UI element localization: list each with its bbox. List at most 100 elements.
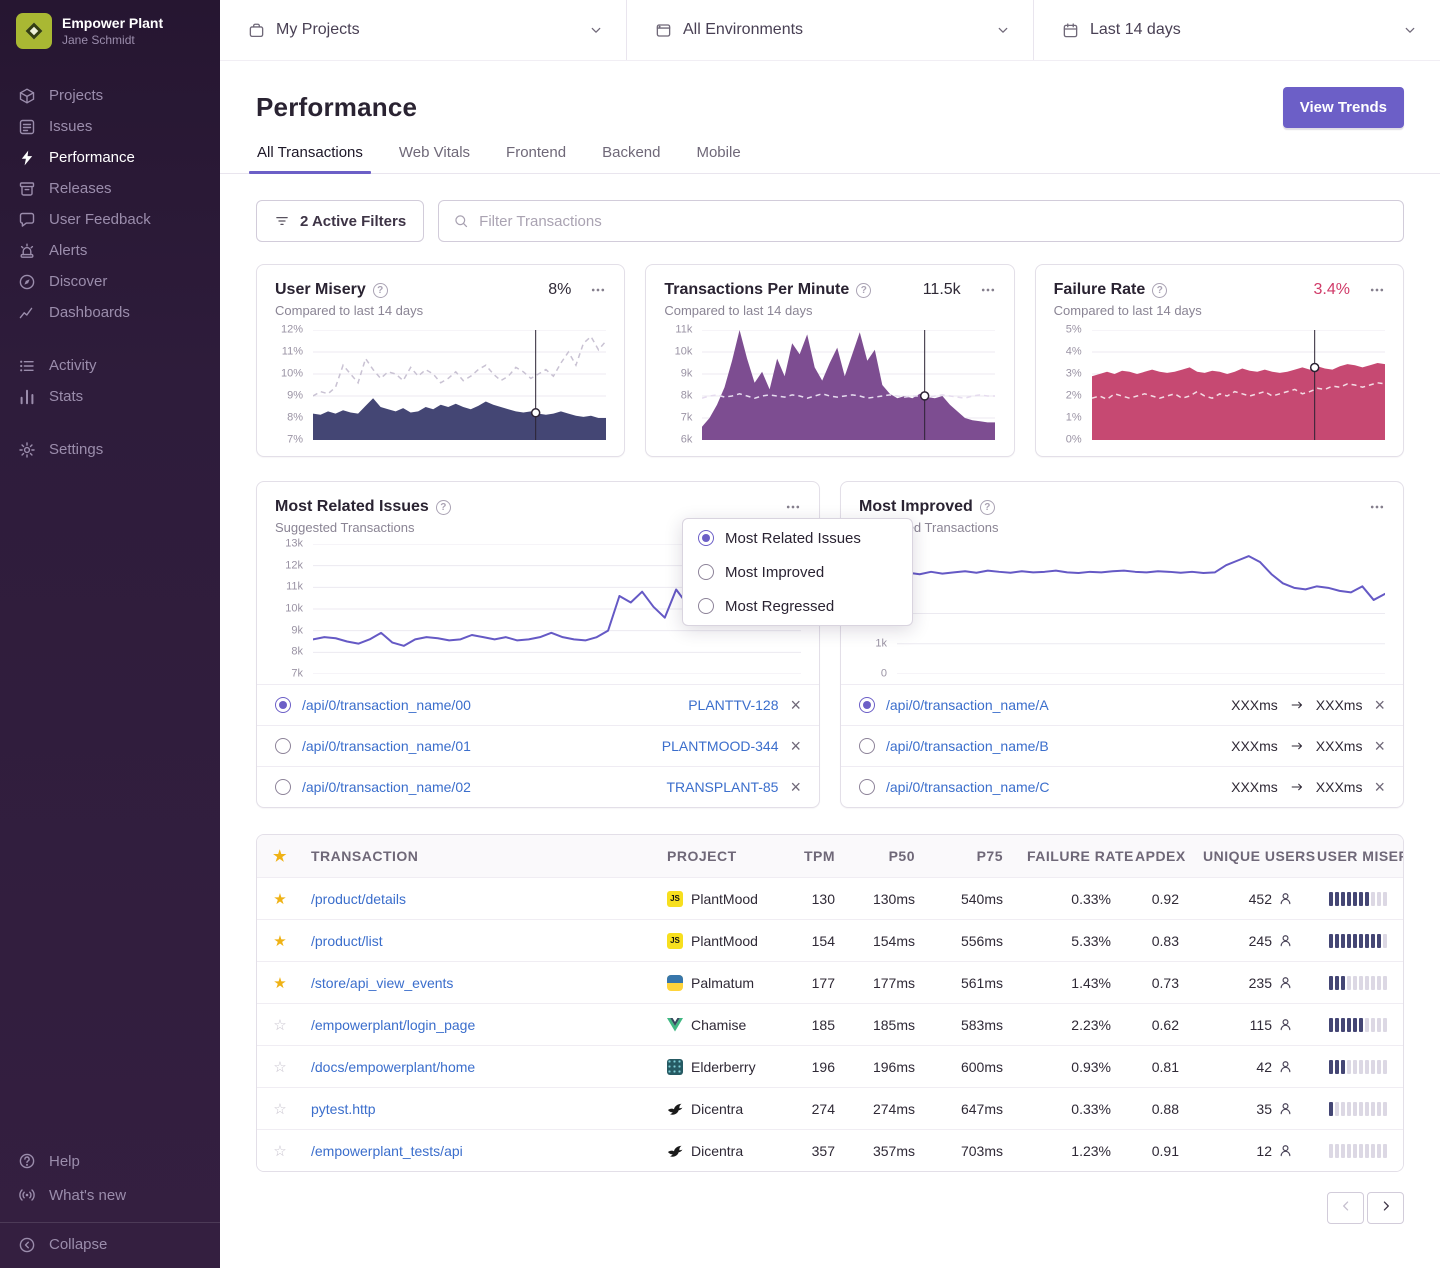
ellipsis-menu-icon[interactable] [590, 282, 606, 298]
sidebar-item-performance[interactable]: Performance [0, 142, 220, 173]
star-icon[interactable]: ☆ [273, 1058, 286, 1076]
issue-link[interactable]: TRANSPLANT-85 [666, 779, 778, 795]
sidebar-item-what-s-new[interactable]: What's new [0, 1178, 220, 1212]
radio-icon[interactable] [859, 738, 875, 754]
unique-users-value: 452 [1249, 891, 1272, 907]
close-icon[interactable]: × [1374, 737, 1385, 755]
next-page-button[interactable] [1367, 1192, 1404, 1224]
transaction-link[interactable]: /empowerplant_tests/api [311, 1143, 463, 1159]
radio-icon[interactable] [859, 697, 875, 713]
sidebar-item-user-feedback[interactable]: User Feedback [0, 204, 220, 235]
chart-failure-rate[interactable] [1092, 330, 1385, 440]
close-icon[interactable]: × [790, 696, 801, 714]
sidebar-item-stats[interactable]: Stats [0, 381, 220, 412]
ellipsis-menu-icon[interactable] [1369, 499, 1385, 515]
sidebar-item-releases[interactable]: Releases [0, 173, 220, 204]
column-header-failure-rate: FAILURE RATE [1019, 848, 1127, 864]
briefcase-icon [248, 22, 265, 39]
help-circle-icon[interactable]: ? [856, 283, 871, 298]
close-icon[interactable]: × [790, 737, 801, 755]
daterange-selector[interactable]: Last 14 days [1034, 0, 1440, 60]
sidebar-item-dashboards[interactable]: Dashboards [0, 297, 220, 328]
search-input[interactable] [479, 213, 1389, 230]
summary-cards-row: Most Related Issues?Suggested Transactio… [256, 481, 1404, 808]
transaction-link[interactable]: /api/0/transaction_name/02 [302, 779, 471, 795]
transaction-link[interactable]: /store/api_view_events [311, 975, 453, 991]
close-icon[interactable]: × [790, 778, 801, 796]
org-switcher[interactable]: Empower Plant Jane Schmidt [0, 0, 220, 62]
column-header-p75: P75 [931, 848, 1019, 864]
active-filters-button[interactable]: 2 Active Filters [256, 200, 424, 242]
help-circle-icon[interactable]: ? [373, 283, 388, 298]
issue-link[interactable]: PLANTMOOD-344 [662, 738, 779, 754]
environment-selector[interactable]: All Environments [627, 0, 1034, 60]
transaction-link[interactable]: /api/0/transaction_name/00 [302, 697, 471, 713]
ellipsis-menu-icon[interactable] [1369, 282, 1385, 298]
issue-link[interactable]: PLANTTV-128 [688, 697, 778, 713]
radio-icon [698, 530, 714, 546]
tab-mobile[interactable]: Mobile [695, 144, 741, 173]
y-axis-tick: 11k [675, 325, 692, 336]
sidebar-item-settings[interactable]: Settings [0, 434, 220, 465]
project-name: Elderberry [691, 1059, 756, 1075]
help-circle-icon[interactable]: ? [980, 500, 995, 515]
close-icon[interactable]: × [1374, 778, 1385, 796]
card-subtitle: Compared to last 14 days [275, 303, 606, 318]
sidebar-collapse-button[interactable]: Collapse [0, 1229, 220, 1260]
table-row: ☆/docs/empowerplant/homeElderberry196196… [257, 1045, 1403, 1087]
radio-icon[interactable] [275, 738, 291, 754]
chart-user-misery[interactable] [313, 330, 606, 440]
sidebar-item-alerts[interactable]: Alerts [0, 235, 220, 266]
ellipsis-menu-icon[interactable] [785, 499, 801, 515]
failure-rate-value: 2.23% [1019, 1017, 1127, 1033]
transaction-link[interactable]: /api/0/transaction_name/01 [302, 738, 471, 754]
menu-option-most-related-issues[interactable]: Most Related Issues [683, 521, 912, 555]
sidebar-item-help[interactable]: Help [0, 1144, 220, 1178]
radio-icon[interactable] [275, 697, 291, 713]
sidebar-item-discover[interactable]: Discover [0, 266, 220, 297]
chart-transactions-per-minute[interactable] [702, 330, 995, 440]
star-icon[interactable]: ★ [273, 932, 286, 950]
active-filters-label: 2 Active Filters [300, 213, 406, 230]
sidebar-item-activity[interactable]: Activity [0, 350, 220, 381]
previous-page-button[interactable] [1327, 1192, 1364, 1224]
failure-rate-value: 1.43% [1019, 975, 1127, 991]
close-icon[interactable]: × [1374, 696, 1385, 714]
tab-all-transactions[interactable]: All Transactions [256, 144, 364, 173]
transaction-link[interactable]: pytest.http [311, 1101, 376, 1117]
menu-option-most-regressed[interactable]: Most Regressed [683, 589, 912, 623]
apdex-value: 0.92 [1127, 891, 1195, 907]
transaction-link[interactable]: /docs/empowerplant/home [311, 1059, 475, 1075]
star-icon[interactable]: ☆ [273, 1142, 286, 1160]
radio-icon[interactable] [859, 779, 875, 795]
star-icon[interactable]: ☆ [273, 1100, 286, 1118]
sidebar-footer: HelpWhat's new Collapse [0, 1144, 220, 1268]
star-icon[interactable]: ★ [273, 890, 286, 908]
tab-web-vitals[interactable]: Web Vitals [398, 144, 471, 173]
help-circle-icon[interactable]: ? [1152, 283, 1167, 298]
issues-icon [18, 118, 36, 136]
transaction-link[interactable]: /product/list [311, 933, 383, 949]
transaction-link[interactable]: /api/0/transaction_name/B [886, 738, 1049, 754]
transaction-link[interactable]: /product/details [311, 891, 406, 907]
transaction-link[interactable]: /empowerplant/login_page [311, 1017, 475, 1033]
sidebar-item-issues[interactable]: Issues [0, 111, 220, 142]
view-trends-button[interactable]: View Trends [1283, 87, 1404, 128]
transaction-link[interactable]: /api/0/transaction_name/C [886, 779, 1049, 795]
ellipsis-menu-icon[interactable] [980, 282, 996, 298]
chart-y-axis: 11k10k9k8k7k6k [664, 330, 694, 440]
radio-icon[interactable] [275, 779, 291, 795]
suggested-transaction-row: /api/0/transaction_name/AXXXmsXXXms× [841, 684, 1403, 725]
star-icon[interactable]: ☆ [273, 1016, 286, 1034]
tab-frontend[interactable]: Frontend [505, 144, 567, 173]
menu-option-most-improved[interactable]: Most Improved [683, 555, 912, 589]
transaction-link[interactable]: /api/0/transaction_name/A [886, 697, 1049, 713]
apdex-value: 0.83 [1127, 933, 1195, 949]
help-circle-icon[interactable]: ? [436, 500, 451, 515]
sidebar-item-projects[interactable]: Projects [0, 80, 220, 111]
star-icon[interactable]: ★ [273, 974, 286, 992]
tab-backend[interactable]: Backend [601, 144, 661, 173]
project-selector[interactable]: My Projects [220, 0, 627, 60]
suggested-transaction-row: /api/0/transaction_name/02 TRANSPLANT-85 × [257, 766, 819, 807]
chart-most-improved[interactable] [897, 544, 1385, 674]
